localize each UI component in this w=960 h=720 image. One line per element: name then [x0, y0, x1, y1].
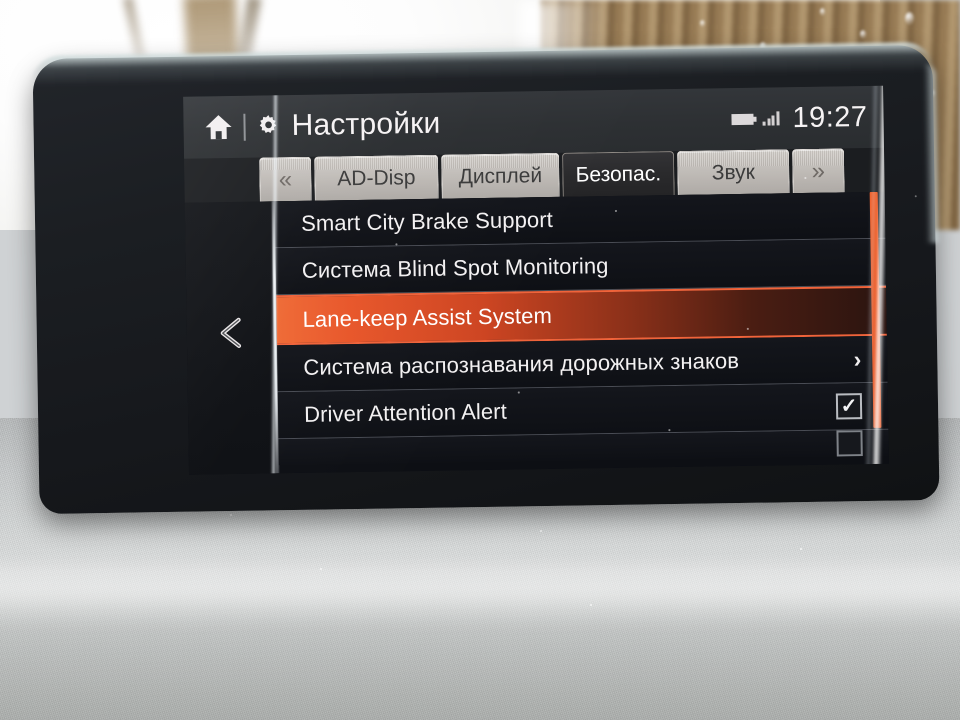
dust-speck [590, 604, 592, 606]
tab-display[interactable]: Дисплей [441, 152, 560, 199]
water-droplet [905, 12, 914, 25]
list-item-label: Smart City Brake Support [300, 206, 554, 236]
signal-bars-icon [762, 111, 780, 126]
clock: 19:27 [792, 100, 868, 134]
settings-list-area: Smart City Brake Support Система Blind S… [184, 191, 889, 475]
tab-sound[interactable]: Звук [677, 149, 790, 195]
home-icon-door [215, 131, 222, 140]
settings-list: Smart City Brake Support Система Blind S… [274, 191, 889, 474]
dust-speck [230, 514, 232, 516]
left-gutter [184, 201, 278, 475]
water-droplet [820, 8, 825, 16]
dust-speck [517, 391, 520, 394]
dust-speck [395, 243, 397, 245]
dust-speck [746, 327, 749, 330]
list-item-label: Lane-keep Assist System [302, 302, 553, 332]
tab-scroll-right[interactable]: » [791, 148, 845, 194]
page-title: Настройки [291, 106, 441, 143]
tab-safety[interactable]: Безопас. [562, 151, 675, 197]
dust-speck [614, 209, 617, 212]
list-item-label: Driver Attention Alert [303, 398, 508, 427]
tab-scroll-left[interactable]: « [259, 156, 312, 202]
battery-icon [731, 113, 755, 125]
checkbox-partial[interactable] [836, 430, 863, 457]
dust-speck [800, 548, 802, 550]
dust-speck [320, 568, 322, 570]
list-item-label: Система Blind Spot Monitoring [301, 253, 609, 283]
water-droplet [860, 30, 866, 39]
photograph-of-car-infotainment-screen: Настройки 19:27 « AD-Disp Дисплей Безопа… [0, 0, 960, 720]
tab-ad-disp[interactable]: AD-Disp [314, 154, 439, 201]
title-bar: Настройки 19:27 [183, 85, 884, 159]
lcd-screen: Настройки 19:27 « AD-Disp Дисплей Безопа… [183, 85, 889, 475]
chevron-right-icon[interactable]: › [853, 346, 861, 372]
dust-speck [804, 176, 806, 179]
header-divider [243, 113, 246, 141]
list-item-label: Система распознавания дорожных знаков [303, 348, 740, 380]
water-droplet [700, 20, 705, 27]
infotainment-display-bezel: Настройки 19:27 « AD-Disp Дисплей Безопа… [30, 41, 940, 515]
dashboard-highlight [0, 558, 960, 628]
chevron-left-icon[interactable] [213, 313, 248, 354]
dust-speck [540, 530, 542, 532]
checkbox-driver-attention-alert[interactable]: ✓ [835, 393, 863, 420]
status-indicators: 19:27 [731, 100, 868, 135]
dust-speck [668, 429, 670, 431]
list-item-control [836, 430, 863, 457]
list-item-control: ✓ [835, 393, 863, 420]
check-icon: ✓ [840, 395, 858, 418]
home-icon[interactable] [205, 114, 232, 140]
list-item-control: › [853, 346, 861, 372]
dust-speck [914, 195, 917, 198]
